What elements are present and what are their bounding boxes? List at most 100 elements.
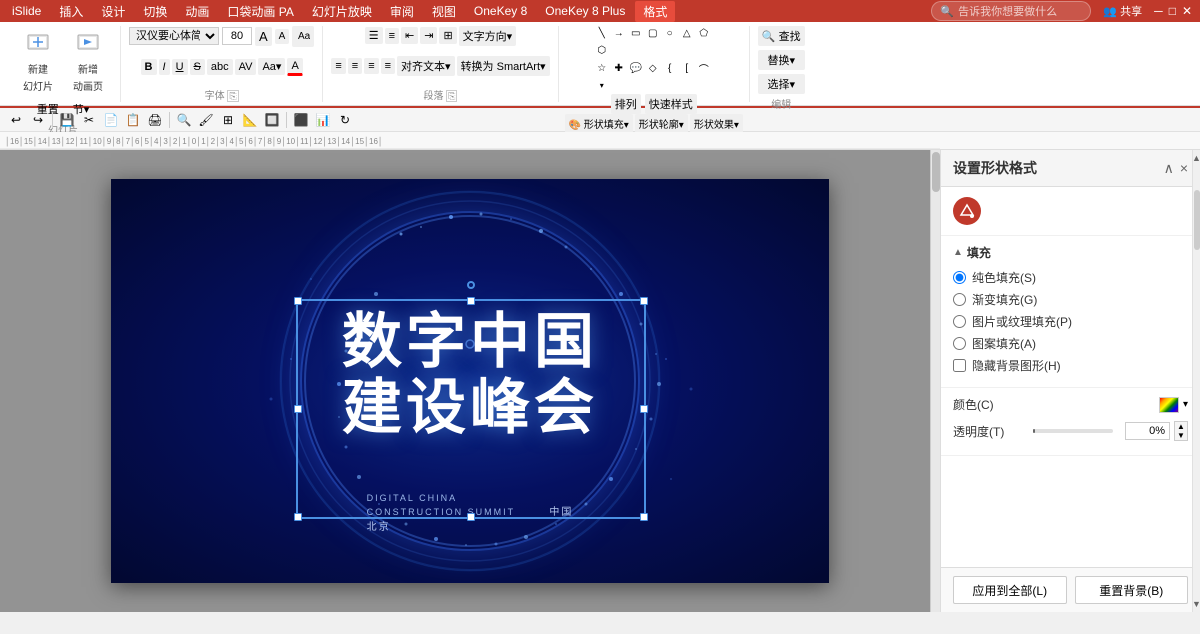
panel-scrollbar[interactable]: ▲ ▼ [1192,150,1200,612]
bullets-button[interactable]: ☰ [365,27,383,44]
underline-button[interactable]: U [172,59,188,75]
shape-round-rect[interactable]: ▢ [645,26,661,42]
transparency-spin-down[interactable]: ▼ [1175,431,1187,440]
zoom-button[interactable]: 🔍 [174,110,194,130]
rotate-button[interactable]: ↻ [335,110,355,130]
snap-button[interactable]: 🔲 [262,110,282,130]
select-button[interactable]: 选择▾ [758,74,805,94]
add-anim-button[interactable]: 新增 动画页 [64,26,112,98]
format-painter[interactable]: 🖌 [196,110,216,130]
pattern-fill-option[interactable]: 图案填充(A) [953,335,1188,352]
italic-button[interactable]: I [159,59,170,75]
cut-button[interactable]: ✂ [79,110,99,130]
fill-section-header[interactable]: ▲ 填充 [953,244,1188,261]
smartart-button[interactable]: 转换为 SmartArt▾ [457,56,550,76]
increase-font-button[interactable]: A [255,27,272,46]
shape-triangle[interactable]: △ [679,26,695,42]
menu-format[interactable]: 格式 [635,1,675,22]
picture-fill-radio[interactable] [953,315,966,328]
transparency-input[interactable] [1125,422,1170,440]
shape-line[interactable]: ╲ [594,26,610,42]
align-right-button[interactable]: ≡ [364,58,378,74]
pattern-fill-radio[interactable] [953,337,966,350]
numbering-button[interactable]: ≡ [385,28,399,44]
shape-curve[interactable]: ⌒ [696,61,712,77]
font-color-button[interactable]: A [287,58,302,76]
font-size-input[interactable] [222,27,252,45]
text-direction-button[interactable]: 文字方向▾ [459,26,517,46]
color-dropdown-button[interactable]: ▾ [1183,399,1188,410]
close-window-button[interactable]: ✕ [1182,4,1192,18]
menu-pa[interactable]: 口袋动画 PA [219,1,301,22]
transparency-slider-track[interactable] [1033,429,1113,433]
find-button[interactable]: 🔍 查找 [758,26,805,46]
new-slide-button[interactable]: 新建 幻灯片 [14,26,62,98]
shape-plus[interactable]: ✚ [611,61,627,77]
shape-star[interactable]: ☆ [594,61,610,77]
minimize-button[interactable]: ─ [1154,4,1163,18]
hide-bg-checkbox[interactable] [953,359,966,372]
menu-insert[interactable]: 插入 [51,1,91,22]
menu-transition[interactable]: 切换 [135,1,175,22]
para-group-expand[interactable]: ⎘ [446,90,457,102]
ruler-button[interactable]: 📐 [240,110,260,130]
shape-fill-button[interactable]: 🎨 形状填充▾ [565,114,633,133]
slide-canvas[interactable]: 数字中国 建设峰会 DIGITAL CHINA CONSTRUCTION SUM… [111,179,829,583]
scroll-down-arrow[interactable]: ▼ [1193,596,1200,612]
align-text-button[interactable]: 对齐文本▾ [397,56,455,76]
solid-fill-option[interactable]: 纯色填充(S) [953,269,1188,286]
shape-effects-button[interactable]: 形状效果▾ [690,114,743,133]
transparency-slider-container[interactable] [1033,429,1113,433]
align-left-button[interactable]: ≡ [331,58,345,74]
menu-design[interactable]: 设计 [93,1,133,22]
transparency-slider-thumb[interactable] [1033,429,1035,433]
menu-onekey8plus[interactable]: OneKey 8 Plus [537,2,633,20]
char-spacing-button[interactable]: AV [235,59,257,75]
font-name-select[interactable]: 汉仪要心体简 [129,27,219,45]
menu-onekey8[interactable]: OneKey 8 [466,2,535,20]
save-button[interactable]: 💾 [57,110,77,130]
slide-title[interactable]: 数字中国 建设峰会 [342,309,598,441]
grid-button[interactable]: ⊞ [218,110,238,130]
apply-all-button[interactable]: 应用到全部(L) [953,576,1067,604]
undo-button[interactable]: ↩ [6,110,26,130]
font-group-expand[interactable]: ⎘ [227,90,238,102]
panel-scroll-thumb[interactable] [1194,190,1200,250]
shape-arrow[interactable]: → [611,26,627,42]
shape-callout[interactable]: 💬 [628,61,644,77]
decrease-indent-button[interactable]: ⇤ [401,27,418,44]
align-center-button[interactable]: ≡ [348,58,362,74]
solid-fill-radio[interactable] [953,271,966,284]
shape-custom1[interactable]: ◇ [645,61,661,77]
paste-button[interactable]: 📋 [123,110,143,130]
arrange-button[interactable]: 排列 [611,94,641,114]
increase-indent-button[interactable]: ⇥ [420,27,437,44]
transparency-spin-up[interactable]: ▲ [1175,422,1187,431]
slide-area[interactable]: 数字中国 建设峰会 DIGITAL CHINA CONSTRUCTION SUM… [0,150,940,612]
menu-view[interactable]: 视图 [424,1,464,22]
strikethrough-button[interactable]: S [190,59,205,75]
justify-button[interactable]: ≡ [381,58,395,74]
menu-slideshow[interactable]: 幻灯片放映 [304,1,380,22]
picture-fill-option[interactable]: 图片或纹理填充(P) [953,313,1188,330]
gradient-fill-option[interactable]: 渐变填充(G) [953,291,1188,308]
gradient-fill-radio[interactable] [953,293,966,306]
redo-button[interactable]: ↪ [28,110,48,130]
shadow-button[interactable]: abc [207,59,233,75]
search-box[interactable]: 🔍 告诉我你想要做什么 [931,1,1091,21]
share-button[interactable]: 👥 共享 [1097,2,1148,20]
font-case-button[interactable]: Aa▾ [258,58,285,75]
align-obj-button[interactable]: ⬛ [291,110,311,130]
font-clear-button[interactable]: Aa [292,26,314,47]
copy-button[interactable]: 📄 [101,110,121,130]
column-button[interactable]: ⊞ [439,27,456,44]
transparency-spinner[interactable]: ▲ ▼ [1174,421,1188,441]
print-button[interactable]: 🖨 [145,110,165,130]
bold-button[interactable]: B [141,59,157,75]
menu-animation[interactable]: 动画 [177,1,217,22]
shape-bracket[interactable]: [ [679,61,695,77]
more-shapes-button[interactable]: ▾ [594,78,610,94]
scroll-up-arrow[interactable]: ▲ [1193,150,1200,166]
shape-outline-button[interactable]: 形状轮廓▾ [635,114,688,133]
quick-styles-button[interactable]: 快速样式 [645,94,697,114]
